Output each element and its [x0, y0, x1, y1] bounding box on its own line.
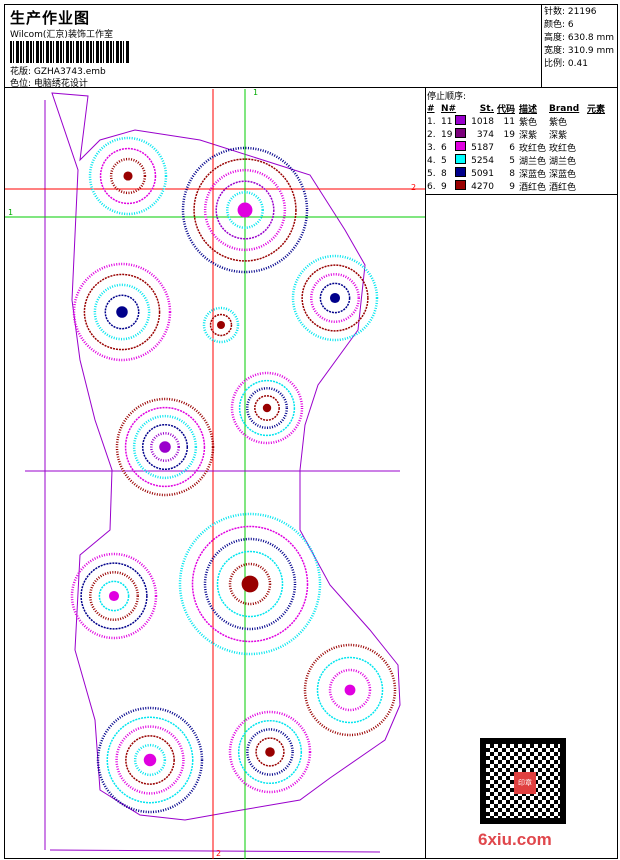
row-brand: 深蓝色	[549, 170, 577, 180]
row-brand: 玫红色	[549, 144, 577, 154]
header: 生产作业图 Wilcom(汇京)装饰工作室 花版: GZHA3743.emb 色…	[4, 4, 541, 89]
row-index: 1.	[427, 116, 436, 127]
table-row: 2. 19 374 19 深紫 深紫	[427, 128, 618, 141]
row-brand: 酒红色	[549, 183, 577, 193]
row-desc: 紫色	[519, 118, 538, 128]
rosette-center	[217, 321, 225, 329]
color-swatch	[455, 128, 468, 141]
colorway: 色位: 电脑绣花设计	[10, 79, 88, 89]
row-code: 9	[509, 181, 515, 192]
row-code: 11	[503, 116, 515, 127]
row-index: 5.	[427, 168, 436, 179]
row-code: 19	[503, 129, 515, 140]
watermark: 6xiu.com	[478, 830, 552, 849]
row-brand: 紫色	[549, 118, 568, 128]
rosette-center	[108, 590, 120, 602]
embroidery-design-canvas: 1 2 1 2	[5, 89, 425, 859]
rosette-center	[116, 306, 128, 318]
guide-marker-label: 2	[216, 849, 221, 858]
row-number: 6	[441, 142, 447, 153]
row-desc: 深紫	[519, 131, 538, 141]
row-desc: 玫红色	[519, 144, 547, 154]
row-index: 6.	[427, 181, 436, 192]
row-brand: 湖兰色	[549, 157, 577, 167]
outline-bottom-edge	[49, 849, 381, 853]
row-brand: 深紫	[549, 131, 568, 141]
col-index: #	[427, 103, 435, 114]
row-index: 4.	[427, 155, 436, 166]
col-desc: 描述	[519, 105, 538, 115]
col-code: 代码	[496, 105, 515, 115]
row-desc: 酒红色	[519, 183, 547, 193]
row-stitches: 5091	[471, 168, 494, 179]
color-swatch	[455, 141, 468, 154]
qr-stamp: 印章	[514, 772, 536, 794]
color-swatch	[455, 180, 468, 193]
rosette-center	[237, 202, 253, 218]
stop-sequence-table: 停止顺序: # N# St. 代码 描述 Brand 元素 1. 11 1018 11…	[426, 88, 618, 195]
guide-marker-label: 2	[411, 183, 416, 192]
stop-sequence-title: 停止顺序:	[427, 92, 467, 102]
color-swatch	[455, 115, 468, 128]
row-index: 3.	[427, 142, 436, 153]
barcode	[10, 41, 130, 63]
rosette-center	[123, 171, 133, 181]
row-code: 6	[509, 142, 515, 153]
scale: 比例: 0.41	[544, 59, 588, 69]
design-height: 高度: 630.8 mm	[544, 33, 615, 43]
table-row: 4. 5 5254 5 湖兰色 湖兰色	[427, 154, 618, 167]
col-number: N#	[441, 103, 457, 114]
row-code: 5	[509, 155, 515, 166]
rosette-center	[159, 441, 171, 453]
row-desc: 深蓝色	[519, 170, 547, 180]
table-row: 1. 11 1018 11 紫色 紫色	[427, 115, 618, 128]
col-element: 元素	[587, 105, 606, 115]
rosette-center	[265, 747, 275, 757]
row-stitches: 5187	[471, 142, 494, 153]
row-number: 5	[441, 155, 447, 166]
qr-code: 印章	[480, 738, 566, 824]
row-index: 2.	[427, 129, 436, 140]
row-stitches: 1018	[471, 116, 494, 127]
row-stitches: 4270	[471, 181, 494, 192]
col-brand: Brand	[549, 103, 580, 114]
page-title: 生产作业图	[10, 9, 91, 27]
row-number: 19	[441, 129, 453, 140]
rosette-center	[329, 292, 341, 304]
row-stitches: 374	[476, 129, 494, 140]
company-name: Wilcom(汇京)装饰工作室	[10, 30, 113, 40]
row-number: 8	[441, 168, 447, 179]
row-stitches: 5254	[471, 155, 494, 166]
guide-marker-label: 1	[253, 89, 258, 97]
guide-marker-label: 1	[8, 208, 13, 217]
rosette-center	[262, 403, 272, 413]
table-row: 3. 6 5187 6 玫红色 玫红色	[427, 141, 618, 154]
table-row: 5. 8 5091 8 深蓝色 深蓝色	[427, 167, 618, 180]
color-swatch	[455, 154, 468, 167]
color-count: 颜色: 6	[544, 20, 574, 30]
table-row: 6. 9 4270 9 酒红色 酒红色	[427, 180, 618, 193]
rosette-center	[143, 753, 157, 767]
design-width: 宽度: 310.9 mm	[544, 46, 615, 56]
row-number: 9	[441, 181, 447, 192]
color-swatch	[455, 167, 468, 180]
table-header: # N# St. 代码 描述 Brand 元素	[427, 102, 618, 116]
stats-panel: 针数: 21196 颜色: 6 高度: 630.8 mm 宽度: 310.9 m…	[541, 4, 618, 88]
col-stitches: St.	[479, 103, 494, 114]
rosette-center	[241, 575, 259, 593]
row-desc: 湖兰色	[519, 157, 547, 167]
row-code: 8	[509, 168, 515, 179]
rosette-center	[344, 684, 356, 696]
stitch-count: 针数: 21196	[544, 7, 597, 17]
row-number: 11	[441, 116, 453, 127]
